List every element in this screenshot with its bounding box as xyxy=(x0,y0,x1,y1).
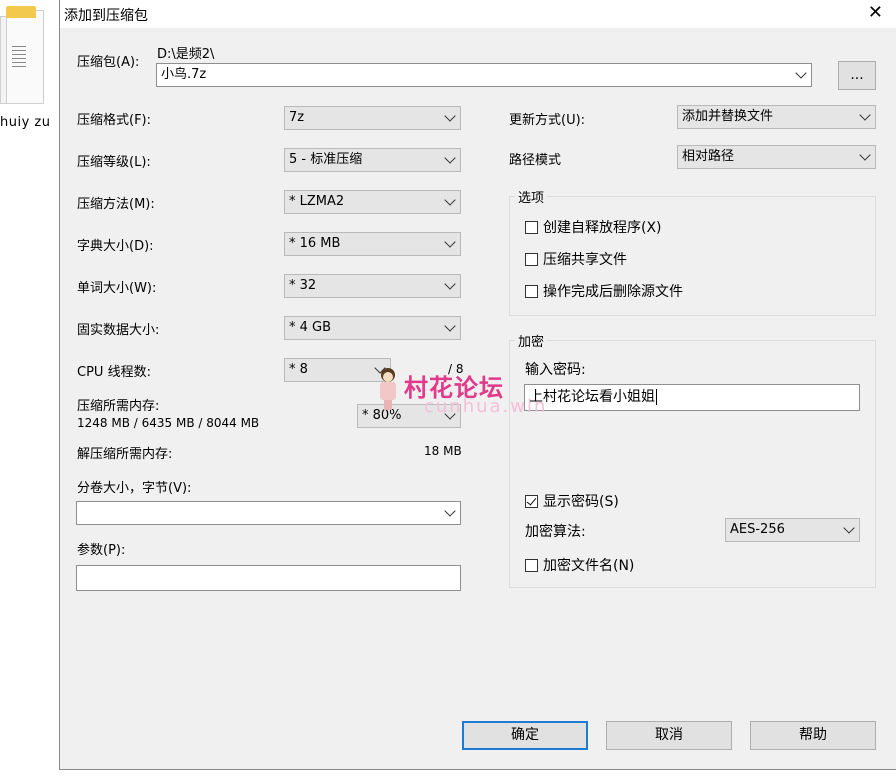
delete-box[interactable] xyxy=(525,284,538,298)
shared-label[interactable]: 压缩共享文件 xyxy=(543,249,627,269)
help-button[interactable]: 帮助 xyxy=(750,721,876,750)
folder-tab xyxy=(6,6,36,18)
watermark: 村花论坛 cunhua.win xyxy=(376,366,545,417)
cpu-label: CPU 线程数: xyxy=(77,365,151,380)
watermark-en: cunhua.win xyxy=(424,396,548,417)
options-title: 选项 xyxy=(515,187,548,206)
encrypt-names-label[interactable]: 加密文件名(N) xyxy=(543,555,634,575)
archive-name-combo[interactable]: 小鸟.7z xyxy=(156,63,812,87)
pathmode-value[interactable]: 相对路径 xyxy=(682,149,734,164)
show-password-label[interactable]: 显示密码(S) xyxy=(543,491,619,511)
archive-label: 压缩包(A): xyxy=(77,55,140,70)
update-combo[interactable]: 添加并替换文件 xyxy=(677,105,876,129)
method-combo[interactable]: * LZMA2 xyxy=(284,190,461,214)
text-cursor xyxy=(656,389,657,405)
shared-box[interactable] xyxy=(525,252,538,266)
decomp-label: 解压缩所需内存: xyxy=(77,447,173,462)
dict-label: 字典大小(D): xyxy=(77,239,154,254)
chevron-down-icon[interactable] xyxy=(444,152,456,164)
delete-label[interactable]: 操作完成后删除源文件 xyxy=(543,281,683,301)
figure-legs xyxy=(384,400,392,410)
level-label: 压缩等级(L): xyxy=(77,155,151,170)
ok-button[interactable]: 确定 xyxy=(462,721,588,750)
method-label: 压缩方法(M): xyxy=(77,197,155,212)
decomp-value: 18 MB xyxy=(424,444,462,458)
password-input[interactable]: 上村花论坛看小姐姐 xyxy=(524,384,860,411)
chevron-down-icon[interactable] xyxy=(444,278,456,290)
enc-method-label: 加密算法: xyxy=(525,524,586,540)
dialog-title: 添加到压缩包 xyxy=(64,8,148,24)
cancel-button[interactable]: 取消 xyxy=(606,721,732,750)
cpu-value[interactable]: * 8 xyxy=(289,362,308,377)
word-combo[interactable]: * 32 xyxy=(284,274,461,298)
close-icon[interactable]: ✕ xyxy=(868,3,883,23)
encrypt-names-checkbox[interactable]: 加密文件名(N) xyxy=(525,555,634,575)
level-value[interactable]: 5 - 标准压缩 xyxy=(289,152,362,167)
chevron-down-icon[interactable] xyxy=(859,109,871,121)
update-value[interactable]: 添加并替换文件 xyxy=(682,109,773,124)
chevron-down-icon[interactable] xyxy=(444,505,456,517)
params-input[interactable] xyxy=(76,565,461,591)
chevron-down-icon[interactable] xyxy=(444,320,456,332)
title-bar[interactable]: 添加到压缩包 ✕ xyxy=(60,0,896,28)
chevron-down-icon[interactable] xyxy=(795,67,807,79)
enc-method-combo[interactable]: AES-256 xyxy=(725,518,860,542)
show-password-checkbox[interactable]: 显示密码(S) xyxy=(525,491,619,511)
watermark-girl-icon xyxy=(376,366,402,412)
dict-value[interactable]: * 16 MB xyxy=(289,236,340,251)
level-combo[interactable]: 5 - 标准压缩 xyxy=(284,148,461,172)
solid-label: 固实数据大小: xyxy=(77,323,160,338)
word-value[interactable]: * 32 xyxy=(289,278,316,293)
chevron-down-icon[interactable] xyxy=(444,194,456,206)
solid-combo[interactable]: * 4 GB xyxy=(284,316,461,340)
show-password-box[interactable] xyxy=(525,494,538,508)
format-value[interactable]: 7z xyxy=(289,110,304,125)
desktop-file-icon[interactable] xyxy=(0,6,48,110)
figure-dress xyxy=(380,382,396,400)
split-label: 分卷大小，字节(V): xyxy=(77,481,192,496)
format-combo[interactable]: 7z xyxy=(284,106,461,130)
pathmode-label: 路径模式 xyxy=(509,153,562,168)
mem-detail: 1248 MB / 6435 MB / 8044 MB xyxy=(77,416,260,430)
mem-label: 压缩所需内存: xyxy=(77,399,160,414)
encryption-title: 加密 xyxy=(515,331,548,350)
pathmode-combo[interactable]: 相对路径 xyxy=(677,145,876,169)
browse-button[interactable]: ... xyxy=(838,61,876,90)
method-value[interactable]: * LZMA2 xyxy=(289,194,344,209)
shared-checkbox[interactable]: 压缩共享文件 xyxy=(525,249,627,269)
chevron-down-icon[interactable] xyxy=(444,236,456,248)
sfx-box[interactable] xyxy=(525,220,538,234)
archive-path: D:\是频2\ xyxy=(157,47,215,62)
archive-name-value[interactable]: 小鸟.7z xyxy=(161,67,206,82)
dict-combo[interactable]: * 16 MB xyxy=(284,232,461,256)
sfx-label[interactable]: 创建自释放程序(X) xyxy=(543,217,662,237)
update-label: 更新方式(U): xyxy=(509,113,586,128)
word-label: 单词大小(W): xyxy=(77,281,157,296)
split-combo[interactable] xyxy=(76,501,461,525)
sfx-checkbox[interactable]: 创建自释放程序(X) xyxy=(525,217,662,237)
chevron-down-icon[interactable] xyxy=(859,149,871,161)
cpu-combo[interactable]: * 8 xyxy=(284,358,391,382)
password-label: 输入密码: xyxy=(525,362,586,378)
chevron-down-icon[interactable] xyxy=(843,522,855,534)
format-label: 压缩格式(F): xyxy=(77,113,152,128)
desktop-file-label[interactable]: huiy zu xyxy=(0,115,50,130)
password-value[interactable]: 上村花论坛看小姐姐 xyxy=(529,389,655,405)
figure-face xyxy=(383,372,393,382)
enc-method-value[interactable]: AES-256 xyxy=(730,522,785,537)
file-text-lines xyxy=(12,46,26,70)
delete-checkbox[interactable]: 操作完成后删除源文件 xyxy=(525,281,683,301)
params-label: 参数(P): xyxy=(77,543,126,558)
chevron-down-icon[interactable] xyxy=(444,110,456,122)
solid-value[interactable]: * 4 GB xyxy=(289,320,331,335)
encrypt-names-box[interactable] xyxy=(525,558,538,572)
